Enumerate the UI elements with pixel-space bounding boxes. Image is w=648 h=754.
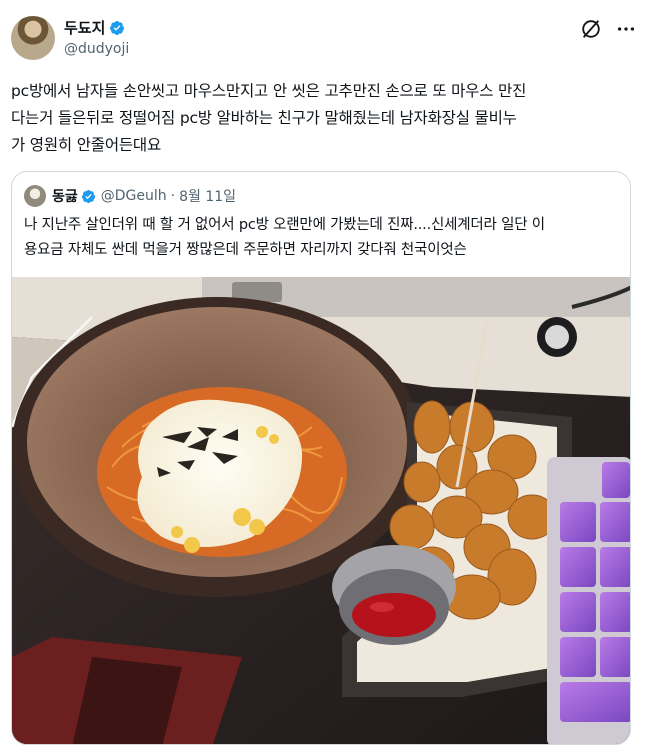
quote-header: 동긇 @DGeulh · 8월 11일 [52,186,236,206]
avatar[interactable] [11,16,55,60]
quote-avatar[interactable] [24,185,46,207]
post-header: 두됴지 @dudyoji [0,0,648,70]
verified-badge-icon [81,189,95,203]
post-text: pc방에서 남자들 손안씻고 마우스만지고 안 씻은 고추만진 손으로 또 마우… [11,82,527,154]
more-options-icon[interactable] [614,18,638,40]
author-handle[interactable]: @dudyoji [64,41,129,57]
quote-author-handle[interactable]: @DGeulh [101,188,167,204]
separator-dot: · [170,188,176,204]
verified-badge-icon [110,20,125,35]
quote-photo[interactable] [12,277,631,745]
quote-author-name[interactable]: 동긇 [52,186,78,206]
quote-text: 나 지난주 살인더위 때 할 거 없어서 pc방 오랜만에 가봤는데 진짜...… [24,217,545,258]
grok-icon[interactable] [580,18,602,40]
author-display-name[interactable]: 두됴지 [64,17,105,38]
quote-date[interactable]: 8월 11일 [179,186,236,206]
author-name[interactable]: 두됴지 [64,17,125,38]
quoted-post[interactable]: 동긇 @DGeulh · 8월 11일 나 지난주 살인더위 때 할 거 없어서… [11,171,631,745]
